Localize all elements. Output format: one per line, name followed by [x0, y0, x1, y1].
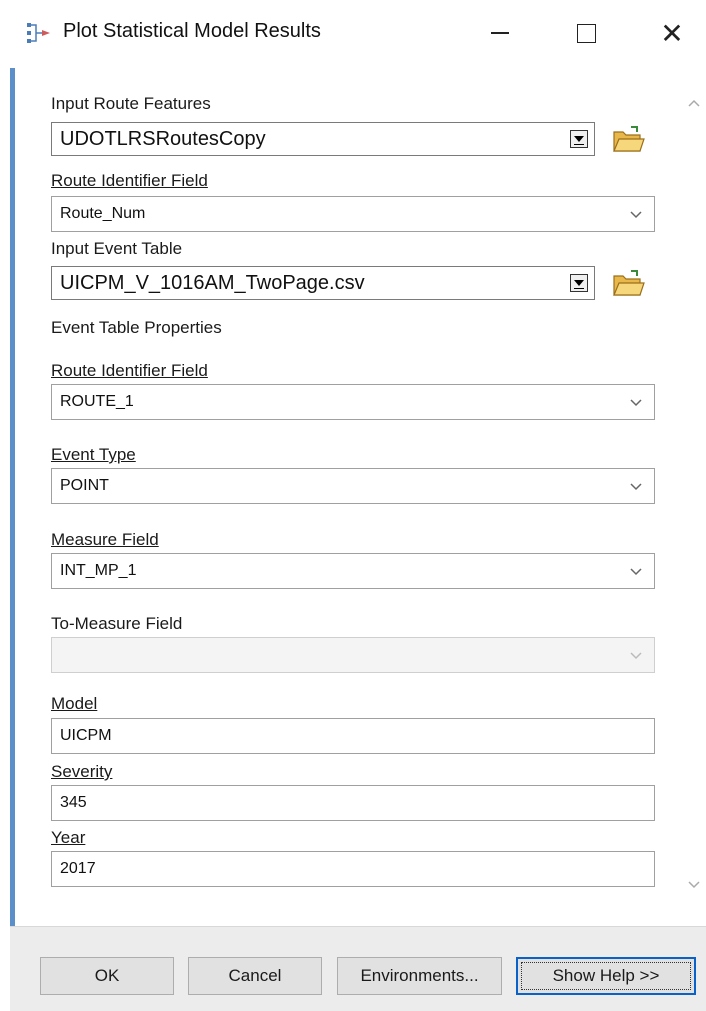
chevron-down-icon — [630, 483, 642, 491]
scroll-up-icon[interactable] — [686, 96, 702, 110]
input-event-table-value: UICPM_V_1016AM_TwoPage.csv — [60, 272, 365, 294]
model-label: Model — [51, 694, 98, 713]
severity-label: Severity — [51, 762, 113, 781]
event-type-value: POINT — [60, 477, 109, 494]
severity-input[interactable]: 345 — [51, 785, 655, 821]
input-route-features-label: Input Route Features — [51, 94, 211, 113]
minimize-icon — [491, 32, 509, 34]
chevron-down-icon — [630, 399, 642, 407]
browse-folder-icon[interactable] — [611, 124, 645, 156]
input-event-table-label: Input Event Table — [51, 239, 183, 258]
show-help-button[interactable]: Show Help >> — [516, 957, 696, 995]
minimize-button[interactable] — [470, 10, 530, 56]
dialog-window: Plot Statistical Model Results ✕ Input R… — [10, 0, 706, 1011]
vertical-scrollbar[interactable] — [682, 96, 704, 902]
input-event-table-combo[interactable]: UICPM_V_1016AM_TwoPage.csv — [51, 266, 595, 300]
button-bar: OK Cancel Environments... Show Help >> — [10, 926, 706, 1011]
browse-folder-icon[interactable] — [611, 268, 645, 300]
event-type-label: Event Type — [51, 445, 136, 464]
close-icon: ✕ — [660, 17, 684, 49]
route-identifier-field-label: Route Identifier Field — [51, 171, 208, 190]
maximize-button[interactable] — [556, 10, 616, 56]
year-value: 2017 — [60, 860, 96, 877]
parameters-panel: Input Route Features UDOTLRSRoutesCopy R… — [10, 68, 706, 926]
measure-field-select[interactable]: INT_MP_1 — [51, 553, 655, 589]
dropdown-arrow-icon[interactable] — [570, 130, 588, 148]
dropdown-arrow-icon[interactable] — [570, 274, 588, 292]
chevron-down-icon — [630, 211, 642, 219]
title-bar[interactable]: Plot Statistical Model Results ✕ — [10, 0, 706, 68]
route-identifier-field-value: Route_Num — [60, 205, 146, 222]
input-route-features-combo[interactable]: UDOTLRSRoutesCopy — [51, 122, 595, 156]
route-identifier-field-select[interactable]: Route_Num — [51, 196, 655, 232]
window-title: Plot Statistical Model Results — [63, 20, 321, 42]
input-route-features-value: UDOTLRSRoutesCopy — [60, 128, 266, 150]
measure-field-value: INT_MP_1 — [60, 562, 137, 579]
event-route-identifier-field-select[interactable]: ROUTE_1 — [51, 384, 655, 420]
model-value: UICPM — [60, 727, 112, 744]
maximize-icon — [576, 23, 596, 43]
event-table-properties-heading: Event Table Properties — [51, 318, 222, 337]
scroll-down-icon[interactable] — [686, 878, 702, 892]
to-measure-field-label: To-Measure Field — [51, 614, 183, 633]
ok-button[interactable]: OK — [40, 957, 174, 995]
year-input[interactable]: 2017 — [51, 851, 655, 887]
chevron-down-icon — [630, 568, 642, 576]
measure-field-label: Measure Field — [51, 530, 159, 549]
to-measure-field-select — [51, 637, 655, 673]
chevron-down-icon — [630, 652, 642, 660]
environments-button[interactable]: Environments... — [337, 957, 502, 995]
year-label: Year — [51, 828, 86, 847]
event-route-identifier-field-value: ROUTE_1 — [60, 393, 134, 410]
event-route-identifier-field-label: Route Identifier Field — [51, 361, 208, 380]
severity-value: 345 — [60, 794, 87, 811]
cancel-button[interactable]: Cancel — [188, 957, 322, 995]
tool-icon — [27, 23, 50, 43]
event-type-select[interactable]: POINT — [51, 468, 655, 504]
close-button[interactable]: ✕ — [642, 10, 702, 56]
show-help-label: Show Help >> — [521, 962, 691, 990]
model-input[interactable]: UICPM — [51, 718, 655, 754]
